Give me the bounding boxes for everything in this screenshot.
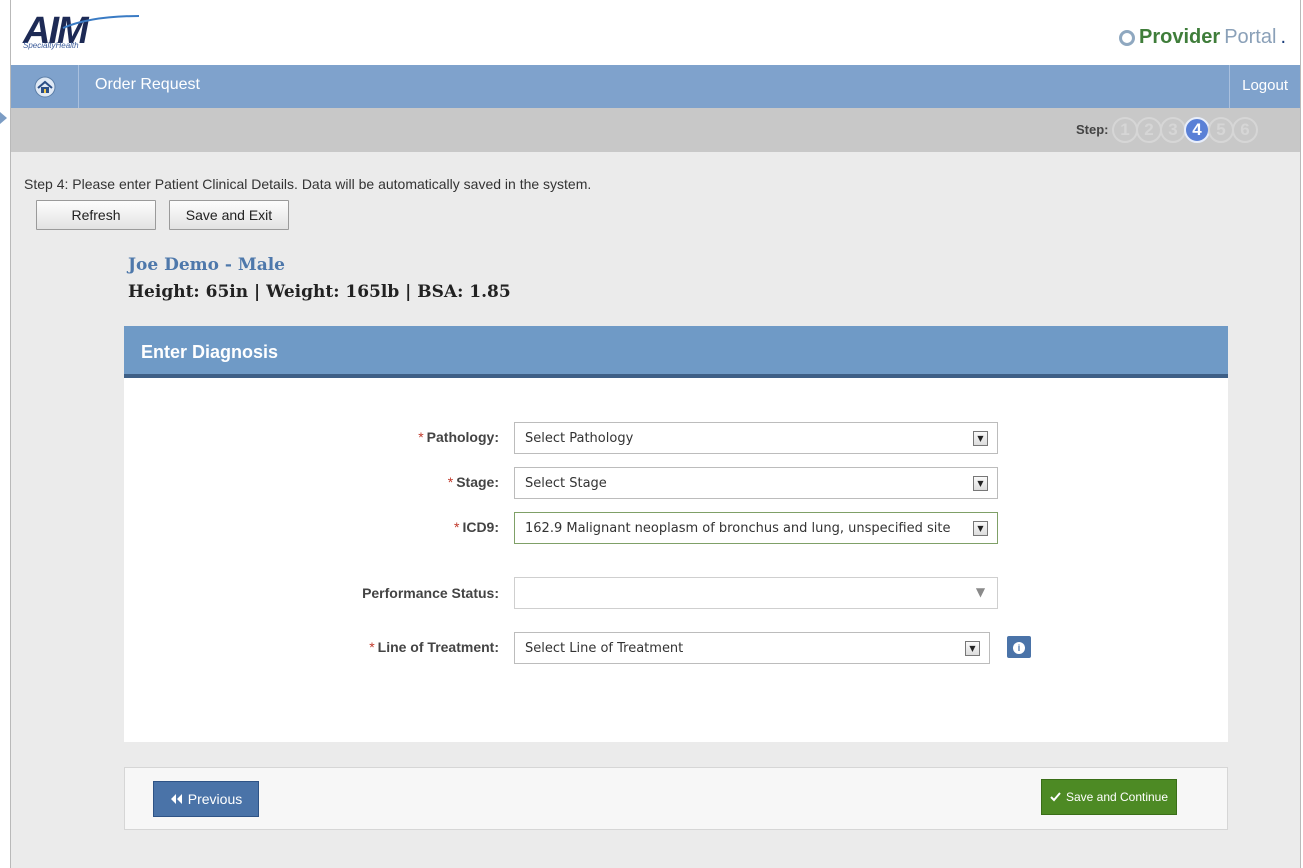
checkmark-icon [1050, 792, 1061, 802]
step-5: 5 [1208, 117, 1234, 143]
stage-value: Select Stage [525, 476, 607, 491]
line-of-treatment-label-text: Line of Treatment: [377, 639, 499, 655]
previous-label: Previous [187, 791, 243, 807]
logo-swoosh-icon [62, 15, 140, 29]
patient-metrics: Height: 65in | Weight: 165lb | BSA: 1.85 [128, 282, 511, 302]
save-and-continue-label: Save and Continue [1065, 790, 1169, 804]
info-icon: i [1013, 642, 1025, 654]
double-chevron-left-icon [170, 794, 182, 804]
pathology-label: * Pathology: [239, 429, 499, 445]
chevron-down-icon: ▼ [973, 431, 988, 446]
home-button[interactable] [11, 65, 79, 108]
step-indicator-bar: Step: 1 2 3 4 5 6 [11, 108, 1300, 152]
stage-label: * Stage: [239, 474, 499, 490]
edge-pointer-icon [0, 112, 7, 124]
aim-logo: AIM SpecialtyHealth [21, 10, 141, 60]
step-4-active: 4 [1184, 117, 1210, 143]
stage-select[interactable]: Select Stage ▼ [514, 467, 998, 499]
brand-portal: Portal [1224, 26, 1277, 48]
step-6: 6 [1232, 117, 1258, 143]
refresh-button[interactable]: Refresh [36, 200, 156, 230]
performance-status-label-text: Performance Status: [362, 585, 499, 601]
icd9-value: 162.9 Malignant neoplasm of bronchus and… [525, 521, 951, 536]
pathology-value: Select Pathology [525, 431, 634, 446]
save-and-continue-button[interactable]: Save and Continue [1041, 779, 1177, 815]
required-marker: * [418, 429, 424, 445]
required-marker: * [447, 474, 454, 490]
chevron-down-icon: ▼ [973, 521, 988, 536]
logo-subtitle: SpecialtyHealth [23, 41, 79, 50]
app-window: AIM SpecialtyHealth Provider Portal. Orde… [10, 0, 1301, 868]
diagnosis-panel-title: Enter Diagnosis [124, 326, 1228, 378]
required-marker: * [369, 639, 375, 655]
previous-button[interactable]: Previous [153, 781, 259, 817]
chevron-down-icon: ▼ [965, 641, 980, 656]
step-instruction: Step 4: Please enter Patient Clinical De… [24, 176, 592, 192]
page-title: Order Request [95, 76, 200, 93]
home-icon [34, 76, 55, 97]
step-3: 3 [1160, 117, 1186, 143]
provider-portal-brand: Provider Portal. [1119, 26, 1286, 49]
icd9-select[interactable]: 162.9 Malignant neoplasm of bronchus and… [514, 512, 998, 544]
line-of-treatment-label: * Line of Treatment: [239, 639, 499, 655]
step-2: 2 [1136, 117, 1162, 143]
performance-status-label: Performance Status: [239, 585, 499, 601]
save-and-exit-button[interactable]: Save and Exit [169, 200, 289, 230]
logout-link[interactable]: Logout [1229, 65, 1300, 108]
diagnosis-panel: Enter Diagnosis * Pathology: Select Patho… [124, 326, 1228, 742]
patient-name: Joe Demo - Male [128, 255, 286, 275]
nav-bar: Order Request Logout [11, 65, 1300, 108]
pathology-select[interactable]: Select Pathology ▼ [514, 422, 998, 454]
stage-label-text: Stage: [456, 474, 499, 490]
line-of-treatment-value: Select Line of Treatment [525, 641, 684, 656]
brand-provider: Provider [1139, 26, 1221, 48]
navigation-footer: Previous Save and Continue [124, 767, 1228, 830]
step-label: Step: [1076, 122, 1109, 137]
line-of-treatment-info-button[interactable]: i [1007, 636, 1031, 658]
pathology-label-text: Pathology: [426, 429, 499, 445]
required-marker: * [453, 519, 460, 535]
top-header: AIM SpecialtyHealth Provider Portal. [11, 0, 1300, 65]
performance-status-select[interactable]: ▼ [514, 577, 998, 609]
chevron-down-icon: ▼ [973, 476, 988, 491]
brand-dot: . [1280, 26, 1286, 48]
icd9-label-text: ICD9: [462, 519, 499, 535]
line-of-treatment-select[interactable]: Select Line of Treatment ▼ [514, 632, 990, 664]
portal-magnifier-icon [1119, 29, 1136, 46]
icd9-label: * ICD9: [239, 519, 499, 535]
step-1: 1 [1112, 117, 1138, 143]
step-list: 1 2 3 4 5 6 [1112, 117, 1258, 143]
chevron-down-icon: ▼ [975, 585, 986, 599]
